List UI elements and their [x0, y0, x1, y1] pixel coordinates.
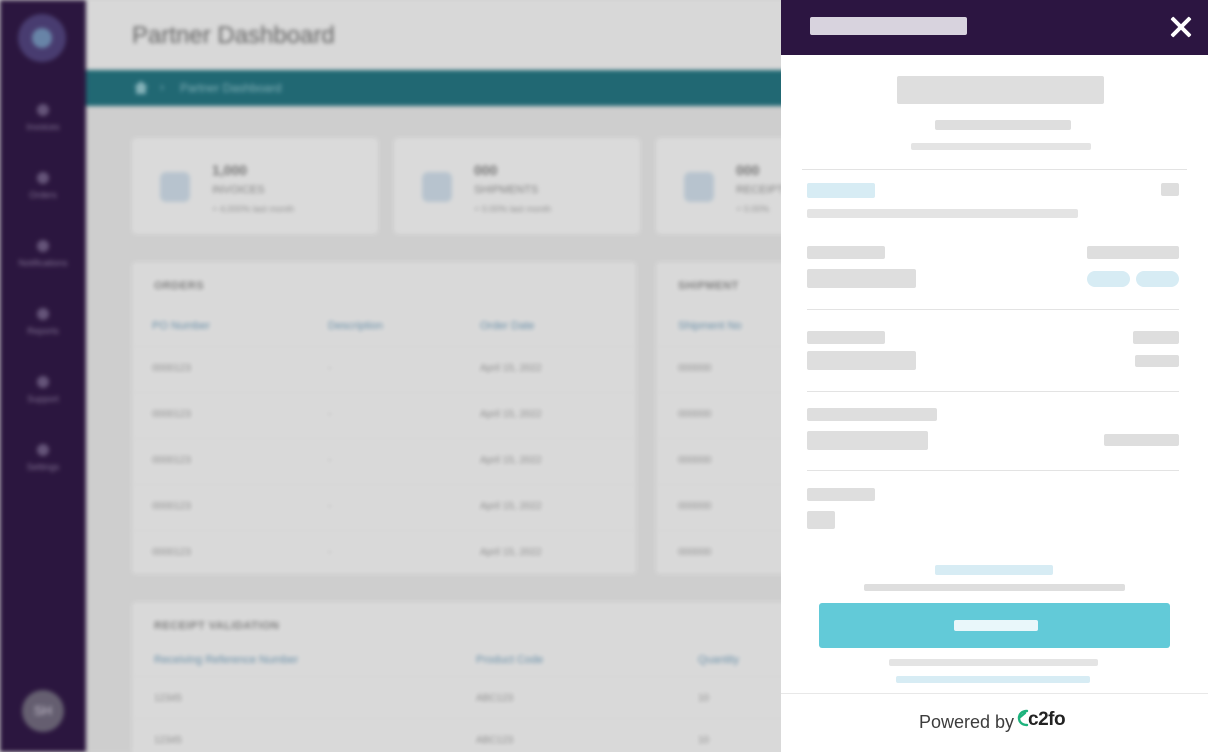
drawer-title-placeholder: [810, 17, 967, 35]
label-skeleton: [807, 331, 885, 344]
link-skeleton[interactable]: [935, 565, 1053, 575]
caption-skeleton: [911, 143, 1091, 150]
field-skeleton: [807, 431, 928, 450]
divider: [802, 169, 1187, 170]
text-skeleton: [864, 584, 1125, 591]
footer-divider: [781, 693, 1208, 694]
text-skeleton: [807, 209, 1078, 218]
link-skeleton[interactable]: [807, 183, 875, 198]
pill-skeleton[interactable]: [1136, 271, 1179, 287]
c2fo-logo[interactable]: c2fo: [1028, 709, 1066, 731]
screen: Invoices Orders Notifications Reports Su…: [0, 0, 1208, 752]
badge-skeleton: [1161, 183, 1179, 196]
amount-skeleton: [897, 76, 1104, 104]
label-skeleton: [807, 408, 937, 421]
divider: [807, 309, 1179, 310]
divider: [807, 391, 1179, 392]
value-skeleton: [1135, 355, 1179, 367]
terms-link-skeleton[interactable]: [896, 676, 1090, 683]
divider: [807, 470, 1179, 471]
field-skeleton: [807, 351, 916, 370]
label-skeleton: [807, 488, 875, 501]
field-skeleton: [807, 511, 835, 529]
pill-skeleton[interactable]: [1087, 271, 1130, 287]
primary-action-button[interactable]: [819, 603, 1170, 648]
value-skeleton: [1087, 246, 1179, 259]
value-skeleton: [1104, 434, 1179, 446]
label-skeleton: [807, 246, 885, 259]
terms-skeleton: [889, 659, 1098, 666]
close-icon[interactable]: [1169, 15, 1193, 39]
drawer-header: [781, 0, 1208, 55]
powered-by-text: Powered by: [919, 712, 1015, 732]
side-drawer: Powered by c2fo: [781, 0, 1208, 752]
button-label-skeleton: [954, 620, 1038, 631]
value-skeleton: [1133, 331, 1179, 344]
subtitle-skeleton: [935, 120, 1071, 130]
field-skeleton: [807, 269, 916, 288]
